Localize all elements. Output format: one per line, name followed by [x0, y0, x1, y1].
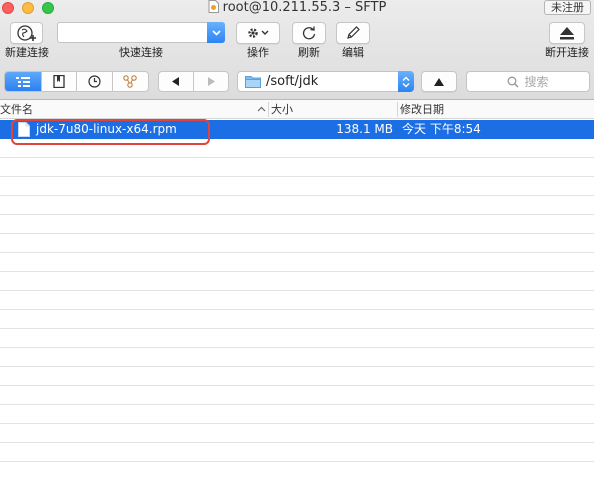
refresh-label: 刷新 [298, 46, 320, 59]
empty-row [0, 424, 594, 443]
search-input[interactable]: 搜索 [466, 71, 590, 92]
gear-icon [248, 28, 269, 38]
disconnect-button[interactable] [549, 22, 585, 44]
empty-row [0, 234, 594, 253]
pencil-icon [347, 26, 360, 39]
bookmarks-view-button[interactable] [42, 72, 77, 91]
network-icon [123, 75, 138, 88]
empty-row [0, 386, 594, 405]
empty-row [0, 291, 594, 310]
sort-ascending-icon [257, 106, 266, 112]
quick-connect-label: 快速连接 [119, 46, 163, 59]
forward-button[interactable] [194, 72, 229, 91]
new-connection-icon [16, 25, 36, 41]
column-header-modified[interactable]: 修改日期 [400, 100, 590, 119]
unregistered-button[interactable]: 未注册 [544, 0, 591, 15]
column-divider[interactable] [268, 102, 269, 117]
file-modified: 今天 下午8:54 [402, 122, 481, 136]
new-connection-button[interactable] [10, 22, 43, 44]
empty-row [0, 272, 594, 291]
quick-connect-input[interactable] [57, 22, 225, 43]
window-title-bar: root@10.211.55.3 – SFTP [0, 0, 594, 16]
eject-icon [560, 27, 574, 40]
outline-view-icon [15, 76, 30, 87]
toolbar: root@10.211.55.3 – SFTP 未注册 新建连接 快速连接 操作… [0, 0, 594, 100]
annotation-highlight [11, 119, 210, 145]
folder-icon [245, 76, 261, 88]
refresh-button[interactable] [292, 22, 326, 44]
column-header-size[interactable]: 大小 [271, 100, 395, 119]
search-placeholder: 搜索 [524, 75, 549, 89]
view-mode-control [4, 71, 149, 92]
window-title: root@10.211.55.3 – SFTP [222, 0, 387, 15]
column-divider[interactable] [397, 102, 398, 117]
empty-row [0, 310, 594, 329]
search-icon [508, 76, 520, 88]
parent-directory-button[interactable] [421, 71, 457, 92]
file-size: 138.1 MB [336, 122, 393, 136]
empty-row [0, 462, 594, 478]
actions-label: 操作 [247, 46, 269, 59]
empty-row [0, 196, 594, 215]
empty-row [0, 158, 594, 177]
history-view-button[interactable] [77, 72, 113, 91]
current-path: /soft/jdk [266, 74, 319, 89]
empty-row [0, 329, 594, 348]
clock-icon [88, 75, 101, 88]
new-connection-label: 新建连接 [5, 46, 49, 59]
document-icon [208, 0, 219, 13]
path-selector[interactable]: /soft/jdk [237, 71, 414, 92]
column-name-label: 文件名 [0, 103, 33, 116]
column-header-name[interactable]: 文件名 [0, 100, 268, 119]
empty-row [0, 348, 594, 367]
up-arrow-icon [434, 77, 444, 86]
browser-view-button[interactable] [5, 72, 42, 91]
updown-chevron-icon [402, 76, 410, 87]
actions-button[interactable] [236, 22, 280, 44]
quick-connect-dropdown[interactable] [207, 22, 225, 43]
empty-row [0, 367, 594, 386]
empty-row [0, 215, 594, 234]
forward-arrow-icon [207, 77, 215, 86]
empty-row [0, 405, 594, 424]
back-button[interactable] [159, 72, 194, 91]
bonjour-view-button[interactable] [113, 72, 149, 91]
path-dropdown[interactable] [398, 71, 414, 92]
sftp-window: root@10.211.55.3 – SFTP 未注册 新建连接 快速连接 操作… [0, 0, 594, 478]
empty-row [0, 443, 594, 462]
navigation-control [158, 71, 229, 92]
column-modified-label: 修改日期 [400, 103, 444, 116]
file-list-header: 文件名 大小 修改日期 [0, 100, 594, 119]
disconnect-label: 断开连接 [545, 46, 589, 59]
edit-button[interactable] [336, 22, 370, 44]
empty-row [0, 177, 594, 196]
back-arrow-icon [171, 77, 179, 86]
edit-label: 编辑 [342, 46, 364, 59]
chevron-down-icon [211, 29, 221, 36]
bookmark-icon [53, 75, 65, 88]
column-size-label: 大小 [271, 103, 293, 116]
refresh-icon [302, 26, 316, 40]
empty-row [0, 253, 594, 272]
